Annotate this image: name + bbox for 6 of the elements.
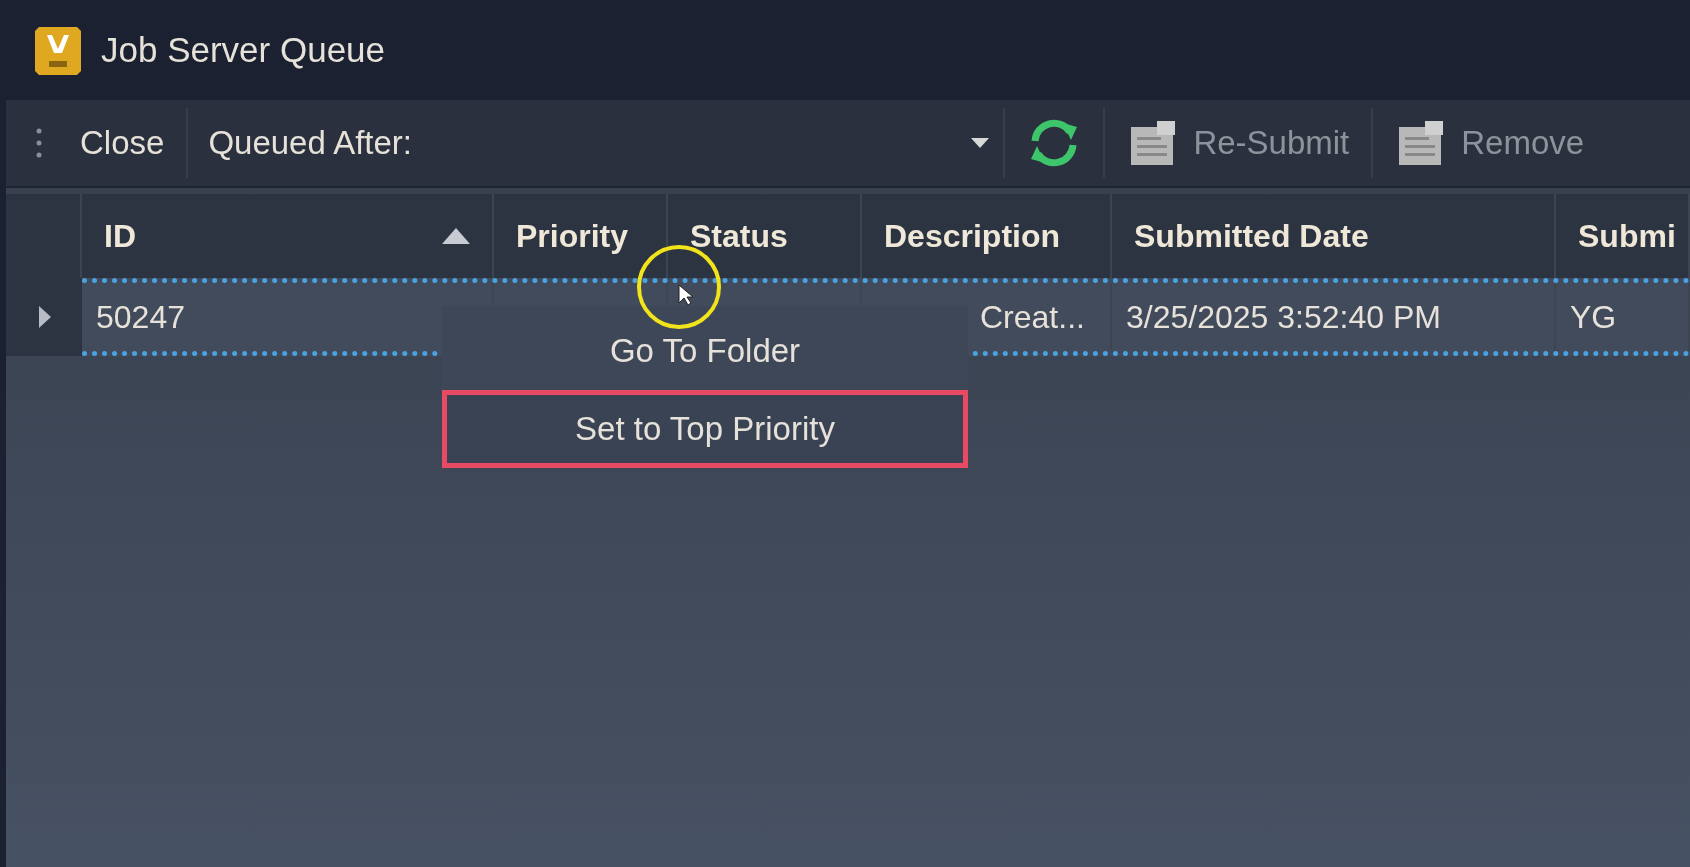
table-cell-text: 3/25/2025 3:52:40 PM <box>1126 298 1441 337</box>
window-title: Job Server Queue <box>101 28 386 71</box>
queued-after-label: Queued After: <box>208 123 412 164</box>
table-cell-text: YG <box>1570 298 1617 337</box>
table-cell-text: Creat... <box>980 298 1085 337</box>
table-cell-text: 50247 <box>96 298 185 337</box>
